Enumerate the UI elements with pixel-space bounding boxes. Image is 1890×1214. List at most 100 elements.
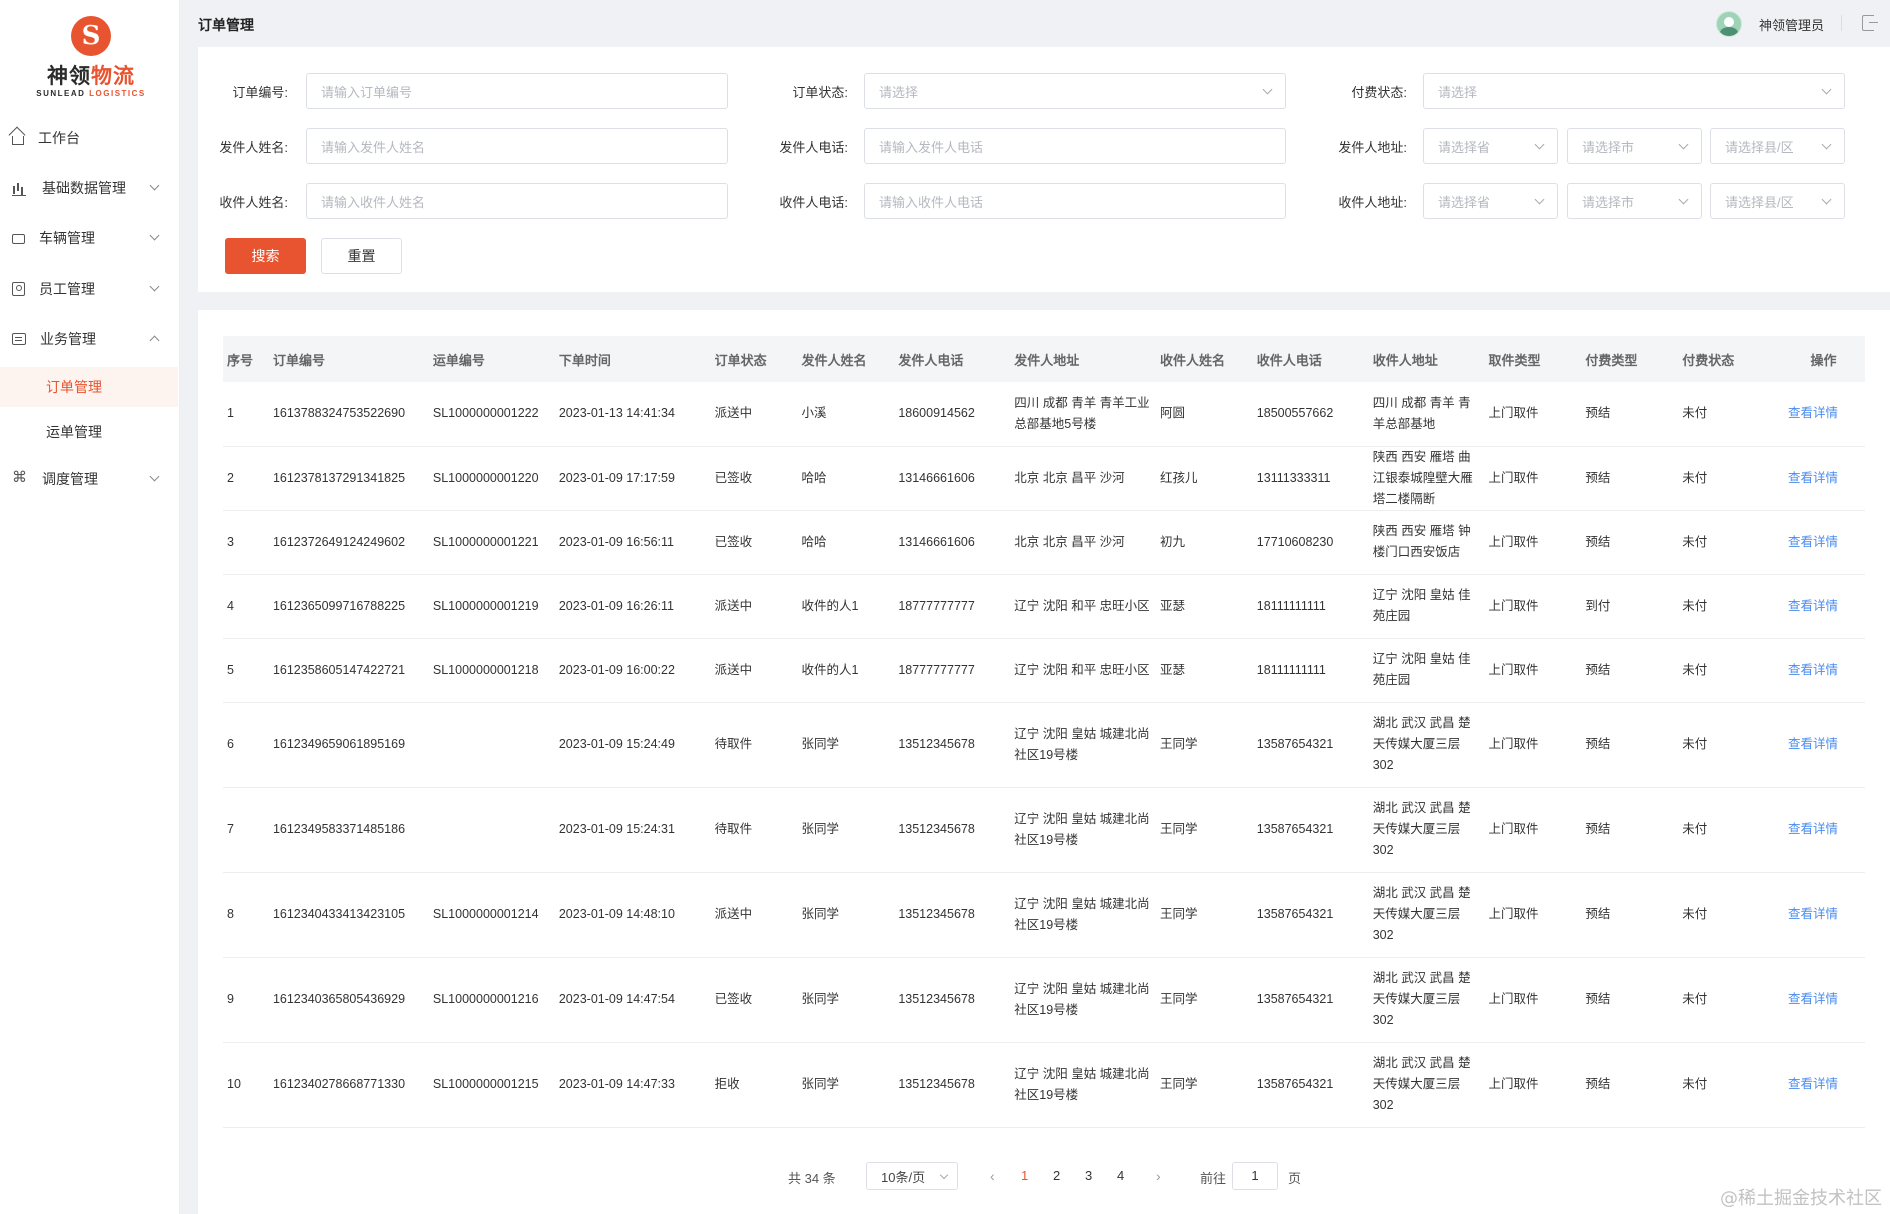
view-details-link[interactable]: 查看详情	[1784, 957, 1865, 1042]
divider	[1841, 15, 1842, 31]
receiver-city-placeholder: 请选择市	[1582, 194, 1635, 210]
view-details-link[interactable]: 查看详情	[1784, 574, 1865, 638]
table-cell: 13512345678	[898, 822, 975, 836]
table-cell: 2023-01-09 16:26:11	[558, 598, 675, 613]
view-details-link[interactable]: 查看详情	[1784, 382, 1865, 446]
table-cell: 红孩儿	[1159, 470, 1198, 485]
table-cell: 17710608230	[1256, 534, 1334, 549]
order-no-input[interactable]: 请输入订单编号	[306, 73, 728, 109]
sidebar: S 神领物流 SUNLEAD LOGISTICS 工作台 基础数据管理 车辆管理…	[0, 0, 180, 1214]
table-cell: 18111111111	[1256, 598, 1326, 613]
truck-icon	[12, 234, 25, 244]
view-details-link[interactable]: 查看详情	[1784, 872, 1865, 957]
page-size-select[interactable]: 10条/页	[866, 1162, 958, 1190]
table-cell: 派送中	[714, 662, 753, 677]
view-details-link[interactable]: 查看详情	[1784, 702, 1865, 787]
receiver-phone-label: 收件人电话:	[779, 195, 848, 210]
table-cell: 上门取件	[1488, 534, 1539, 549]
table-cell: 预结	[1585, 822, 1611, 836]
table-cell: 未付	[1682, 406, 1708, 421]
table-cell: 18777777777	[898, 662, 975, 677]
search-button[interactable]: 搜索	[225, 238, 306, 274]
table-cell	[429, 702, 555, 787]
sender-name-input[interactable]: 请输入发件人姓名	[306, 128, 728, 164]
sidebar-item-base-data[interactable]: 基础数据管理	[0, 168, 180, 208]
sidebar-item-label: 基础数据管理	[42, 180, 126, 196]
reset-button[interactable]: 重置	[321, 238, 402, 274]
chevron-down-icon	[1262, 84, 1273, 95]
chevron-down-icon	[1821, 139, 1832, 150]
receiver-phone-input[interactable]: 请输入收件人电话	[864, 183, 1286, 219]
orders-table-panel: 序号 订单编号 运单编号 下单时间 订单状态 发件人姓名 发件人电话 发件人地址…	[198, 310, 1890, 1214]
table-cell: 1612340365805436929	[272, 992, 406, 1006]
page-2[interactable]: 2	[1053, 1168, 1060, 1183]
table-cell: 已签收	[714, 470, 753, 485]
receiver-province-placeholder: 请选择省	[1438, 194, 1491, 210]
bar-chart-icon	[12, 180, 28, 196]
sidebar-item-dispatch[interactable]: 调度管理	[0, 459, 180, 499]
table-cell: 王同学	[1159, 822, 1198, 836]
col-header: 收件人地址	[1372, 352, 1438, 368]
table-cell: 1	[227, 406, 234, 421]
table-cell: 2023-01-09 14:47:54	[558, 992, 675, 1006]
table-cell: 预结	[1585, 470, 1611, 485]
chevron-down-icon	[149, 471, 160, 482]
logout-icon[interactable]	[1862, 15, 1878, 31]
view-details-link[interactable]: 查看详情	[1784, 638, 1865, 702]
table-cell: 未付	[1682, 662, 1708, 677]
table-cell: SL1000000001222	[432, 406, 539, 421]
table-cell: 湖北 武汉 武昌 楚天传媒大厦三层302	[1372, 801, 1471, 857]
chevron-down-icon	[1678, 194, 1689, 205]
page-4[interactable]: 4	[1117, 1168, 1124, 1183]
receiver-city-select[interactable]: 请选择市	[1567, 183, 1702, 219]
sender-phone-input[interactable]: 请输入发件人电话	[864, 128, 1286, 164]
table-cell: SL1000000001219	[432, 598, 539, 613]
logo[interactable]: S 神领物流 SUNLEAD LOGISTICS	[36, 16, 146, 102]
table-cell: 18111111111	[1256, 662, 1326, 677]
goto-page-input[interactable]: 1	[1232, 1162, 1278, 1190]
view-details-link[interactable]: 查看详情	[1784, 787, 1865, 872]
pay-status-label: 付费状态:	[1351, 85, 1407, 100]
table-cell: 未付	[1682, 737, 1708, 751]
sidebar-item-business[interactable]: 业务管理	[0, 319, 180, 359]
table-cell	[429, 787, 555, 872]
view-details-link[interactable]: 查看详情	[1784, 1042, 1865, 1127]
receiver-name-input[interactable]: 请输入收件人姓名	[306, 183, 728, 219]
user-name[interactable]: 神领管理员	[1759, 15, 1824, 34]
sender-city-select[interactable]: 请选择市	[1567, 128, 1702, 164]
order-status-placeholder: 请选择	[879, 84, 919, 100]
table-cell: 13512345678	[898, 737, 975, 751]
page-1[interactable]: 1	[1021, 1168, 1028, 1183]
avatar[interactable]	[1716, 11, 1742, 37]
sidebar-item-employees[interactable]: 员工管理	[0, 269, 180, 309]
chevron-down-icon	[1534, 139, 1545, 150]
sidebar-subitem-waybills[interactable]: 运单管理	[0, 412, 178, 452]
table-cell: 派送中	[714, 598, 753, 613]
page-size-value: 10条/页	[881, 1169, 926, 1185]
receiver-province-select[interactable]: 请选择省	[1423, 183, 1558, 219]
sender-province-placeholder: 请选择省	[1438, 139, 1491, 155]
table-cell: 2	[227, 470, 234, 485]
table-cell: 哈哈	[801, 470, 827, 485]
sender-county-select[interactable]: 请选择县/区	[1710, 128, 1845, 164]
view-details-link[interactable]: 查看详情	[1784, 446, 1865, 510]
sidebar-item-workbench[interactable]: 工作台	[0, 118, 180, 158]
view-details-link[interactable]: 查看详情	[1784, 510, 1865, 574]
table-cell: 6	[227, 737, 234, 751]
pay-status-select[interactable]: 请选择	[1423, 73, 1845, 109]
sender-province-select[interactable]: 请选择省	[1423, 128, 1558, 164]
orders-table: 序号 订单编号 运单编号 下单时间 订单状态 发件人姓名 发件人电话 发件人地址…	[223, 336, 1865, 1128]
next-page-icon[interactable]: ›	[1156, 1168, 1161, 1184]
table-cell: 预结	[1585, 662, 1611, 677]
sidebar-item-vehicles[interactable]: 车辆管理	[0, 218, 180, 258]
order-status-select[interactable]: 请选择	[864, 73, 1286, 109]
receiver-county-select[interactable]: 请选择县/区	[1710, 183, 1845, 219]
sender-county-placeholder: 请选择县/区	[1725, 139, 1794, 155]
prev-page-icon[interactable]: ‹	[990, 1168, 995, 1184]
page-3[interactable]: 3	[1085, 1168, 1092, 1183]
table-cell: 湖北 武汉 武昌 楚天传媒大厦三层302	[1372, 971, 1471, 1027]
table-cell: 4	[227, 598, 234, 613]
sidebar-subitem-orders[interactable]: 订单管理	[0, 367, 178, 407]
col-header: 发件人地址	[1014, 352, 1080, 368]
table-row: 1 1613788324753522690 SL1000000001222 2023-…	[223, 382, 1865, 446]
